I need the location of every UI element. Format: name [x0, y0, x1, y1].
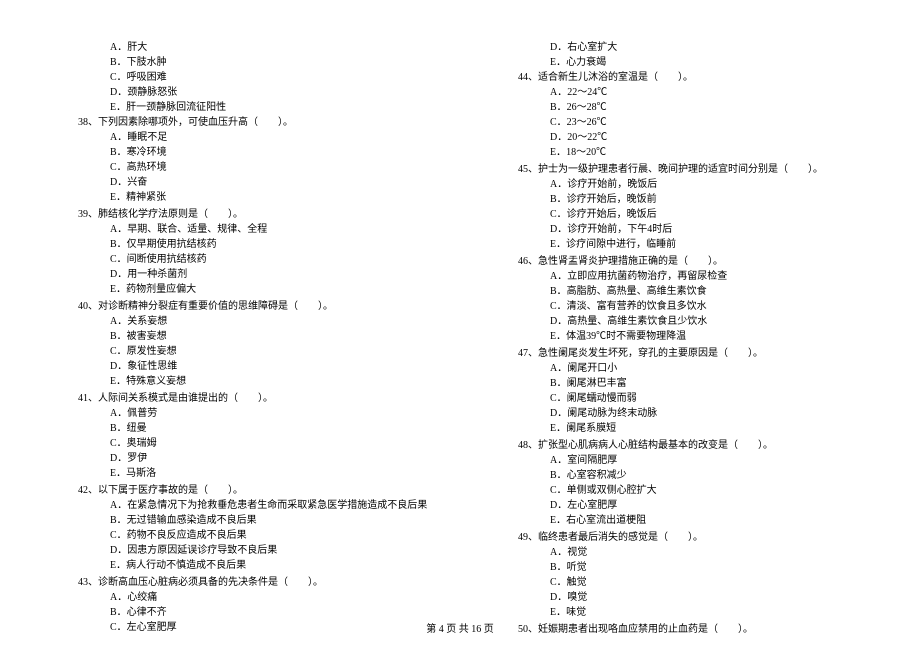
option: E．右心室流出道梗阻: [490, 513, 870, 528]
option: B．无过错输血感染造成不良后果: [50, 513, 430, 528]
question-text: 49、临终患者最后消失的感觉是（ ）。: [490, 530, 870, 545]
option: C．高热环境: [50, 160, 430, 175]
option: B．下肢水肿: [50, 55, 430, 70]
question: 49、临终患者最后消失的感觉是（ ）。A．视觉B．听觉C．触觉D．嗅觉E．味觉: [490, 530, 870, 620]
page-footer: 第 4 页 共 16 页: [0, 620, 920, 635]
option: C．间断使用抗结核药: [50, 252, 430, 267]
question: 44、适合新生儿沐浴的室温是（ ）。A．22～24℃B．26～28℃C．23～2…: [490, 70, 870, 160]
option: B．被害妄想: [50, 329, 430, 344]
option: E．心力衰竭: [490, 55, 870, 70]
option: A．早期、联合、适量、规律、全程: [50, 222, 430, 237]
document-columns: A．肝大B．下肢水肿C．呼吸困难D．颈静脉怒张E．肝一颈静脉回流征阳性 38、下…: [50, 40, 870, 639]
left-column: A．肝大B．下肢水肿C．呼吸困难D．颈静脉怒张E．肝一颈静脉回流征阳性 38、下…: [50, 40, 430, 639]
option: E．病人行动不慎造成不良后果: [50, 558, 430, 573]
option: D．诊疗开始前，下午4时后: [490, 222, 870, 237]
option: B．寒冷环境: [50, 145, 430, 160]
option: A．室间隔肥厚: [490, 453, 870, 468]
option: E．药物剂量应偏大: [50, 282, 430, 297]
question-text: 39、肺结核化学疗法原则是（ ）。: [50, 207, 430, 222]
option: C．单侧或双侧心腔扩大: [490, 483, 870, 498]
option: A．诊疗开始前，晚饭后: [490, 177, 870, 192]
questions-left: 38、下列因素除哪项外，可使血压升高（ ）。A．睡眠不足B．寒冷环境C．高热环境…: [50, 115, 430, 635]
question-text: 45、护士为一级护理患者行晨、晚间护理的适宜时间分别是（ ）。: [490, 162, 870, 177]
option: C．药物不良反应造成不良后果: [50, 528, 430, 543]
option: D．象征性思维: [50, 359, 430, 374]
question-text: 44、适合新生儿沐浴的室温是（ ）。: [490, 70, 870, 85]
option: D．嗅觉: [490, 590, 870, 605]
question-text: 40、对诊断精神分裂症有重要价值的思维障碍是（ ）。: [50, 299, 430, 314]
option: C．原发性妄想: [50, 344, 430, 359]
option: A．22～24℃: [490, 85, 870, 100]
option: A．在紧急情况下为抢救垂危患者生命而采取紧急医学措施造成不良后果: [50, 498, 430, 513]
option: A．立即应用抗菌药物治疗，再留尿检查: [490, 269, 870, 284]
option: E．阑尾系膜短: [490, 421, 870, 436]
option: D．高热量、高维生素饮食且少饮水: [490, 314, 870, 329]
option: B．心室容积减少: [490, 468, 870, 483]
option: A．关系妄想: [50, 314, 430, 329]
option: D．颈静脉怒张: [50, 85, 430, 100]
option: D．兴奋: [50, 175, 430, 190]
option: B．诊疗开始后，晚饭前: [490, 192, 870, 207]
option: A．阑尾开口小: [490, 361, 870, 376]
question: 38、下列因素除哪项外，可使血压升高（ ）。A．睡眠不足B．寒冷环境C．高热环境…: [50, 115, 430, 205]
question-text: 42、以下属于医疗事故的是（ ）。: [50, 483, 430, 498]
question: 42、以下属于医疗事故的是（ ）。A．在紧急情况下为抢救垂危患者生命而采取紧急医…: [50, 483, 430, 573]
option: E．马斯洛: [50, 466, 430, 481]
option: A．佩普劳: [50, 406, 430, 421]
option: E．味觉: [490, 605, 870, 620]
question-text: 46、急性肾盂肾炎护理措施正确的是（ ）。: [490, 254, 870, 269]
question-text: 43、诊断高血压心脏病必须具备的先决条件是（ ）。: [50, 575, 430, 590]
question: 40、对诊断精神分裂症有重要价值的思维障碍是（ ）。A．关系妄想B．被害妄想C．…: [50, 299, 430, 389]
option: D．因患方原因延误诊疗导致不良后果: [50, 543, 430, 558]
question: 47、急性阑尾炎发生坏死，穿孔的主要原因是（ ）。A．阑尾开口小B．阑尾淋巴丰富…: [490, 346, 870, 436]
option: B．纽曼: [50, 421, 430, 436]
pre-options-right: D．右心室扩大E．心力衰竭: [490, 40, 870, 70]
option: B．阑尾淋巴丰富: [490, 376, 870, 391]
option: B．26～28℃: [490, 100, 870, 115]
pre-options-left: A．肝大B．下肢水肿C．呼吸困难D．颈静脉怒张E．肝一颈静脉回流征阳性: [50, 40, 430, 115]
option: E．肝一颈静脉回流征阳性: [50, 100, 430, 115]
option: C．触觉: [490, 575, 870, 590]
option: D．右心室扩大: [490, 40, 870, 55]
option: D．罗伊: [50, 451, 430, 466]
option: B．听觉: [490, 560, 870, 575]
right-column: D．右心室扩大E．心力衰竭 44、适合新生儿沐浴的室温是（ ）。A．22～24℃…: [490, 40, 870, 639]
question-text: 38、下列因素除哪项外，可使血压升高（ ）。: [50, 115, 430, 130]
option: D．用一种杀菌剂: [50, 267, 430, 282]
question-text: 41、人际间关系模式是由谁提出的（ ）。: [50, 391, 430, 406]
option: C．清淡、富有营养的饮食且多饮水: [490, 299, 870, 314]
option: E．体温39℃时不需要物理降温: [490, 329, 870, 344]
option: E．精神紧张: [50, 190, 430, 205]
option: E．诊疗间隙中进行，临睡前: [490, 237, 870, 252]
option: A．肝大: [50, 40, 430, 55]
option: B．高脂肪、高热量、高维生素饮食: [490, 284, 870, 299]
question: 45、护士为一级护理患者行晨、晚间护理的适宜时间分别是（ ）。A．诊疗开始前，晚…: [490, 162, 870, 252]
option: E．特殊意义妄想: [50, 374, 430, 389]
question: 46、急性肾盂肾炎护理措施正确的是（ ）。A．立即应用抗菌药物治疗，再留尿检查B…: [490, 254, 870, 344]
option: E．18～20℃: [490, 145, 870, 160]
option: D．左心室肥厚: [490, 498, 870, 513]
questions-right: 44、适合新生儿沐浴的室温是（ ）。A．22～24℃B．26～28℃C．23～2…: [490, 70, 870, 637]
question-text: 47、急性阑尾炎发生坏死，穿孔的主要原因是（ ）。: [490, 346, 870, 361]
question-text: 48、扩张型心肌病病人心脏结构最基本的改变是（ ）。: [490, 438, 870, 453]
option: A．心绞痛: [50, 590, 430, 605]
question: 41、人际间关系模式是由谁提出的（ ）。A．佩普劳B．纽曼C．奥瑞姆D．罗伊E．…: [50, 391, 430, 481]
option: A．睡眠不足: [50, 130, 430, 145]
option: A．视觉: [490, 545, 870, 560]
option: C．23～26℃: [490, 115, 870, 130]
option: D．阑尾动脉为终末动脉: [490, 406, 870, 421]
option: C．奥瑞姆: [50, 436, 430, 451]
option: D．20～22℃: [490, 130, 870, 145]
question: 39、肺结核化学疗法原则是（ ）。A．早期、联合、适量、规律、全程B．仅早期使用…: [50, 207, 430, 297]
option: C．呼吸困难: [50, 70, 430, 85]
question: 48、扩张型心肌病病人心脏结构最基本的改变是（ ）。A．室间隔肥厚B．心室容积减…: [490, 438, 870, 528]
option: C．诊疗开始后，晚饭后: [490, 207, 870, 222]
option: B．心律不齐: [50, 605, 430, 620]
option: B．仅早期使用抗结核药: [50, 237, 430, 252]
option: C．阑尾蠕动慢而弱: [490, 391, 870, 406]
